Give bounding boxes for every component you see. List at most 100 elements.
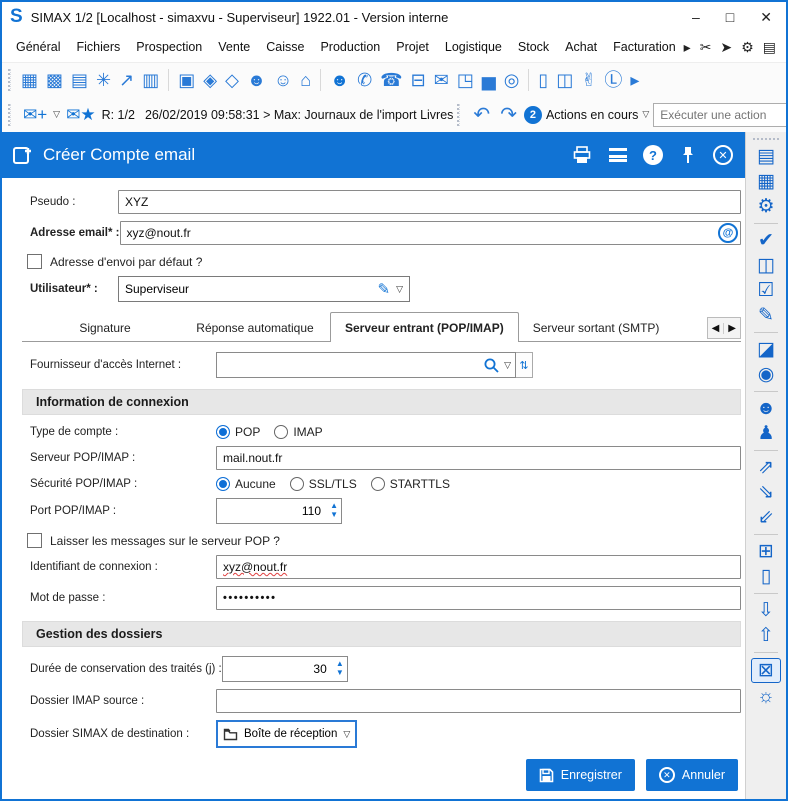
search-icon[interactable]: [483, 357, 500, 374]
email-check-icon[interactable]: @: [718, 223, 738, 243]
save-record-icon[interactable]: ◫: [751, 254, 781, 277]
chevron-down-icon[interactable]: ▽: [642, 109, 649, 120]
radio-dot[interactable]: [216, 477, 230, 491]
menu-item[interactable]: Vente: [210, 36, 258, 58]
radio-imap[interactable]: IMAP: [274, 425, 322, 439]
phone-outgoing-icon[interactable]: ✆: [353, 65, 376, 95]
menu-item[interactable]: Fichiers: [68, 36, 128, 58]
tab-serveur-entrant[interactable]: Serveur entrant (POP/IMAP): [330, 312, 519, 342]
list-view-icon[interactable]: ▤: [67, 65, 92, 95]
sidebar-grip[interactable]: [753, 138, 779, 140]
chevron-down-icon[interactable]: ▽: [53, 109, 60, 120]
envelope-icon[interactable]: ✉: [430, 65, 453, 95]
menu-item[interactable]: Prospection: [128, 36, 210, 58]
default-send-label[interactable]: Adresse d'envoi par défaut ?: [50, 255, 202, 269]
separator[interactable]: [754, 450, 778, 451]
execute-action-input[interactable]: [653, 103, 786, 127]
user-combobox[interactable]: Superviseur ✎ ▽: [118, 276, 410, 302]
open-email-icon[interactable]: ✉★: [64, 105, 97, 125]
toolbar-overflow-icon[interactable]: ▸: [626, 65, 643, 95]
chart-line-icon[interactable]: ↗: [115, 65, 138, 95]
separator[interactable]: [754, 534, 778, 535]
notepad-settings-icon[interactable]: ▤: [763, 39, 776, 56]
workshop-icon[interactable]: ⊠: [751, 658, 781, 683]
burst-icon[interactable]: ✳: [92, 65, 115, 95]
tab-scroll-right-icon[interactable]: ▶: [723, 323, 740, 334]
dest-folder-dropdown[interactable]: Boîte de réception ▽: [216, 720, 357, 748]
redo-icon[interactable]: ↷: [497, 104, 520, 126]
wrench-icon[interactable]: ⚙: [741, 39, 754, 56]
target-icon[interactable]: ◎: [500, 65, 524, 95]
edit-pencil-icon[interactable]: ✎: [378, 280, 391, 298]
port-spinner[interactable]: 110 ▲▼: [216, 498, 342, 524]
grid-view-icon[interactable]: ▦: [751, 170, 781, 193]
actions-in-progress-label[interactable]: Actions en cours: [546, 108, 638, 122]
pin-icon[interactable]: [677, 144, 699, 166]
separator[interactable]: [754, 223, 778, 224]
minimize-button[interactable]: –: [692, 9, 700, 26]
import-data-icon[interactable]: ⇩: [751, 599, 781, 622]
tab-scroll-left-icon[interactable]: ◀: [708, 323, 724, 334]
dispatch-icon[interactable]: ⇗: [751, 456, 781, 479]
close-panel-icon[interactable]: ✕: [713, 145, 733, 165]
print-icon[interactable]: [571, 144, 593, 166]
toolbar-grip[interactable]: [8, 104, 11, 126]
document-icon[interactable]: ▯: [534, 65, 552, 95]
menu-item[interactable]: Facturation: [605, 36, 684, 58]
login-input[interactable]: xyz@nout.fr: [216, 555, 741, 579]
maximize-button[interactable]: □: [726, 9, 734, 26]
separator[interactable]: [754, 332, 778, 333]
isp-search-input[interactable]: ▽: [216, 352, 516, 378]
pseudo-input[interactable]: XYZ: [118, 190, 741, 214]
settings-gear-icon[interactable]: ⚙: [751, 195, 781, 218]
user-icon[interactable]: ☻: [326, 65, 353, 95]
hamburger-menu-icon[interactable]: [607, 144, 629, 166]
chart-bar-icon[interactable]: ▅: [478, 65, 500, 95]
spinner-arrows-icon[interactable]: ▲▼: [336, 659, 344, 677]
help-icon[interactable]: ?: [643, 145, 663, 165]
spinner-arrows-icon[interactable]: ▲▼: [330, 501, 338, 519]
stats-icon[interactable]: ▥: [138, 65, 163, 95]
tab-serveur-sortant[interactable]: Serveur sortant (SMTP): [519, 315, 674, 341]
duplicate-table-icon[interactable]: ◪: [751, 338, 781, 361]
keep-messages-checkbox[interactable]: [27, 533, 42, 548]
cube-icon[interactable]: ◳: [453, 65, 478, 95]
menu-item[interactable]: Production: [312, 36, 388, 58]
cancel-button[interactable]: ✕ Annuler: [646, 759, 738, 791]
menu-overflow-icon[interactable]: ▸: [684, 39, 691, 56]
radio-dot[interactable]: [216, 425, 230, 439]
idea-bulb-icon[interactable]: ☼: [751, 685, 781, 708]
collect-icon[interactable]: ⇙: [751, 506, 781, 529]
planning-grid-icon[interactable]: ▩: [42, 65, 67, 95]
form-view-icon[interactable]: ▤: [751, 145, 781, 168]
customize-icon[interactable]: ✎: [751, 304, 781, 327]
save-button[interactable]: Enregistrer: [526, 759, 635, 791]
validate-icon[interactable]: ☑: [751, 279, 781, 302]
user-shield-icon[interactable]: ♟: [751, 422, 781, 445]
toolbar-grip[interactable]: [8, 69, 11, 91]
compose-email-icon[interactable]: ✉+: [21, 105, 49, 125]
package-icon[interactable]: ▣: [174, 65, 199, 95]
price-tag-euro-icon[interactable]: ◈: [199, 65, 221, 95]
new-document-icon[interactable]: ⊞: [751, 540, 781, 563]
export-data-icon[interactable]: ⇧: [751, 624, 781, 647]
partners-icon[interactable]: ✌: [577, 65, 600, 95]
shop-icon[interactable]: ⌂: [296, 65, 315, 95]
document-icon[interactable]: ▯: [751, 565, 781, 588]
radio-ssl-tls[interactable]: SSL/TLS: [290, 477, 357, 491]
transfer-icon[interactable]: ⇘: [751, 481, 781, 504]
menu-item[interactable]: Général: [8, 36, 68, 58]
toolbar-grip[interactable]: [457, 104, 460, 126]
preview-calendar-icon[interactable]: ◉: [751, 363, 781, 386]
password-input[interactable]: ••••••••••: [216, 586, 741, 610]
contacts-icon[interactable]: ☻: [243, 65, 270, 95]
tab-signature[interactable]: Signature: [30, 315, 180, 341]
radio-dot[interactable]: [371, 477, 385, 491]
menu-item[interactable]: Projet: [388, 36, 437, 58]
separator[interactable]: [320, 69, 321, 91]
tab-reponse-automatique[interactable]: Réponse automatique: [180, 315, 330, 341]
multitool-icon[interactable]: ✂: [700, 39, 712, 56]
radio-dot[interactable]: [274, 425, 288, 439]
separator[interactable]: [754, 593, 778, 594]
record-navigator[interactable]: ⇅: [516, 352, 533, 378]
